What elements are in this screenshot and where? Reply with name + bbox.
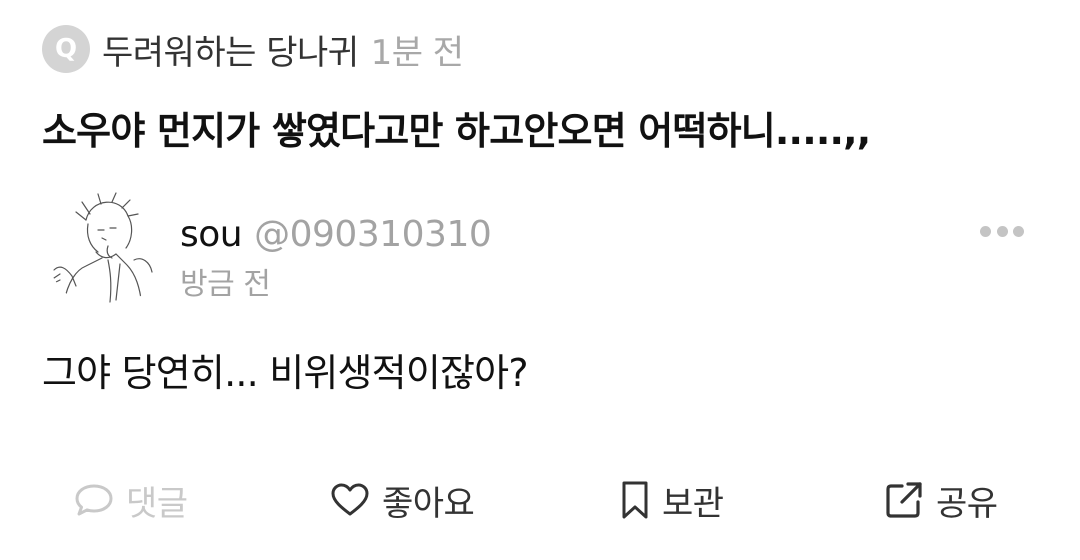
share-button[interactable]: 공유 (884, 470, 998, 530)
answer-text: 그야 당연히... 비위생적이잖아? (42, 351, 528, 395)
like-button[interactable]: 좋아요 (330, 470, 475, 530)
answer-time: 방금 전 (180, 267, 271, 302)
like-label: 좋아요 (382, 483, 475, 524)
question-time: 1분 전 (370, 32, 465, 73)
share-label: 공유 (936, 483, 998, 524)
comment-button[interactable]: 댓글 (74, 470, 188, 530)
more-options-icon[interactable] (980, 220, 1024, 242)
comment-icon (75, 484, 113, 516)
question-text: 소우야 먼지가 쌓였다고만 하고안오면 어떡하니.....,, (42, 109, 871, 153)
answerer-name[interactable]: sou (180, 214, 243, 255)
heart-icon (331, 483, 369, 516)
answer-header: sou @090310310 방금 전 (180, 214, 492, 303)
bookmark-icon (622, 481, 648, 519)
answerer-handle[interactable]: @090310310 (254, 214, 492, 255)
share-icon (886, 482, 922, 518)
asker-name[interactable]: 두려워하는 당나귀 (102, 25, 359, 74)
avatar[interactable] (46, 190, 164, 308)
save-label: 보관 (662, 483, 724, 524)
save-button[interactable]: 보관 (620, 470, 724, 530)
action-bar: 댓글 좋아요 보관 공유 (0, 470, 1080, 530)
comment-label: 댓글 (126, 483, 188, 524)
question-badge: Q (42, 25, 90, 73)
question-header: Q 두려워하는 당나귀 1분 전 (42, 25, 465, 74)
